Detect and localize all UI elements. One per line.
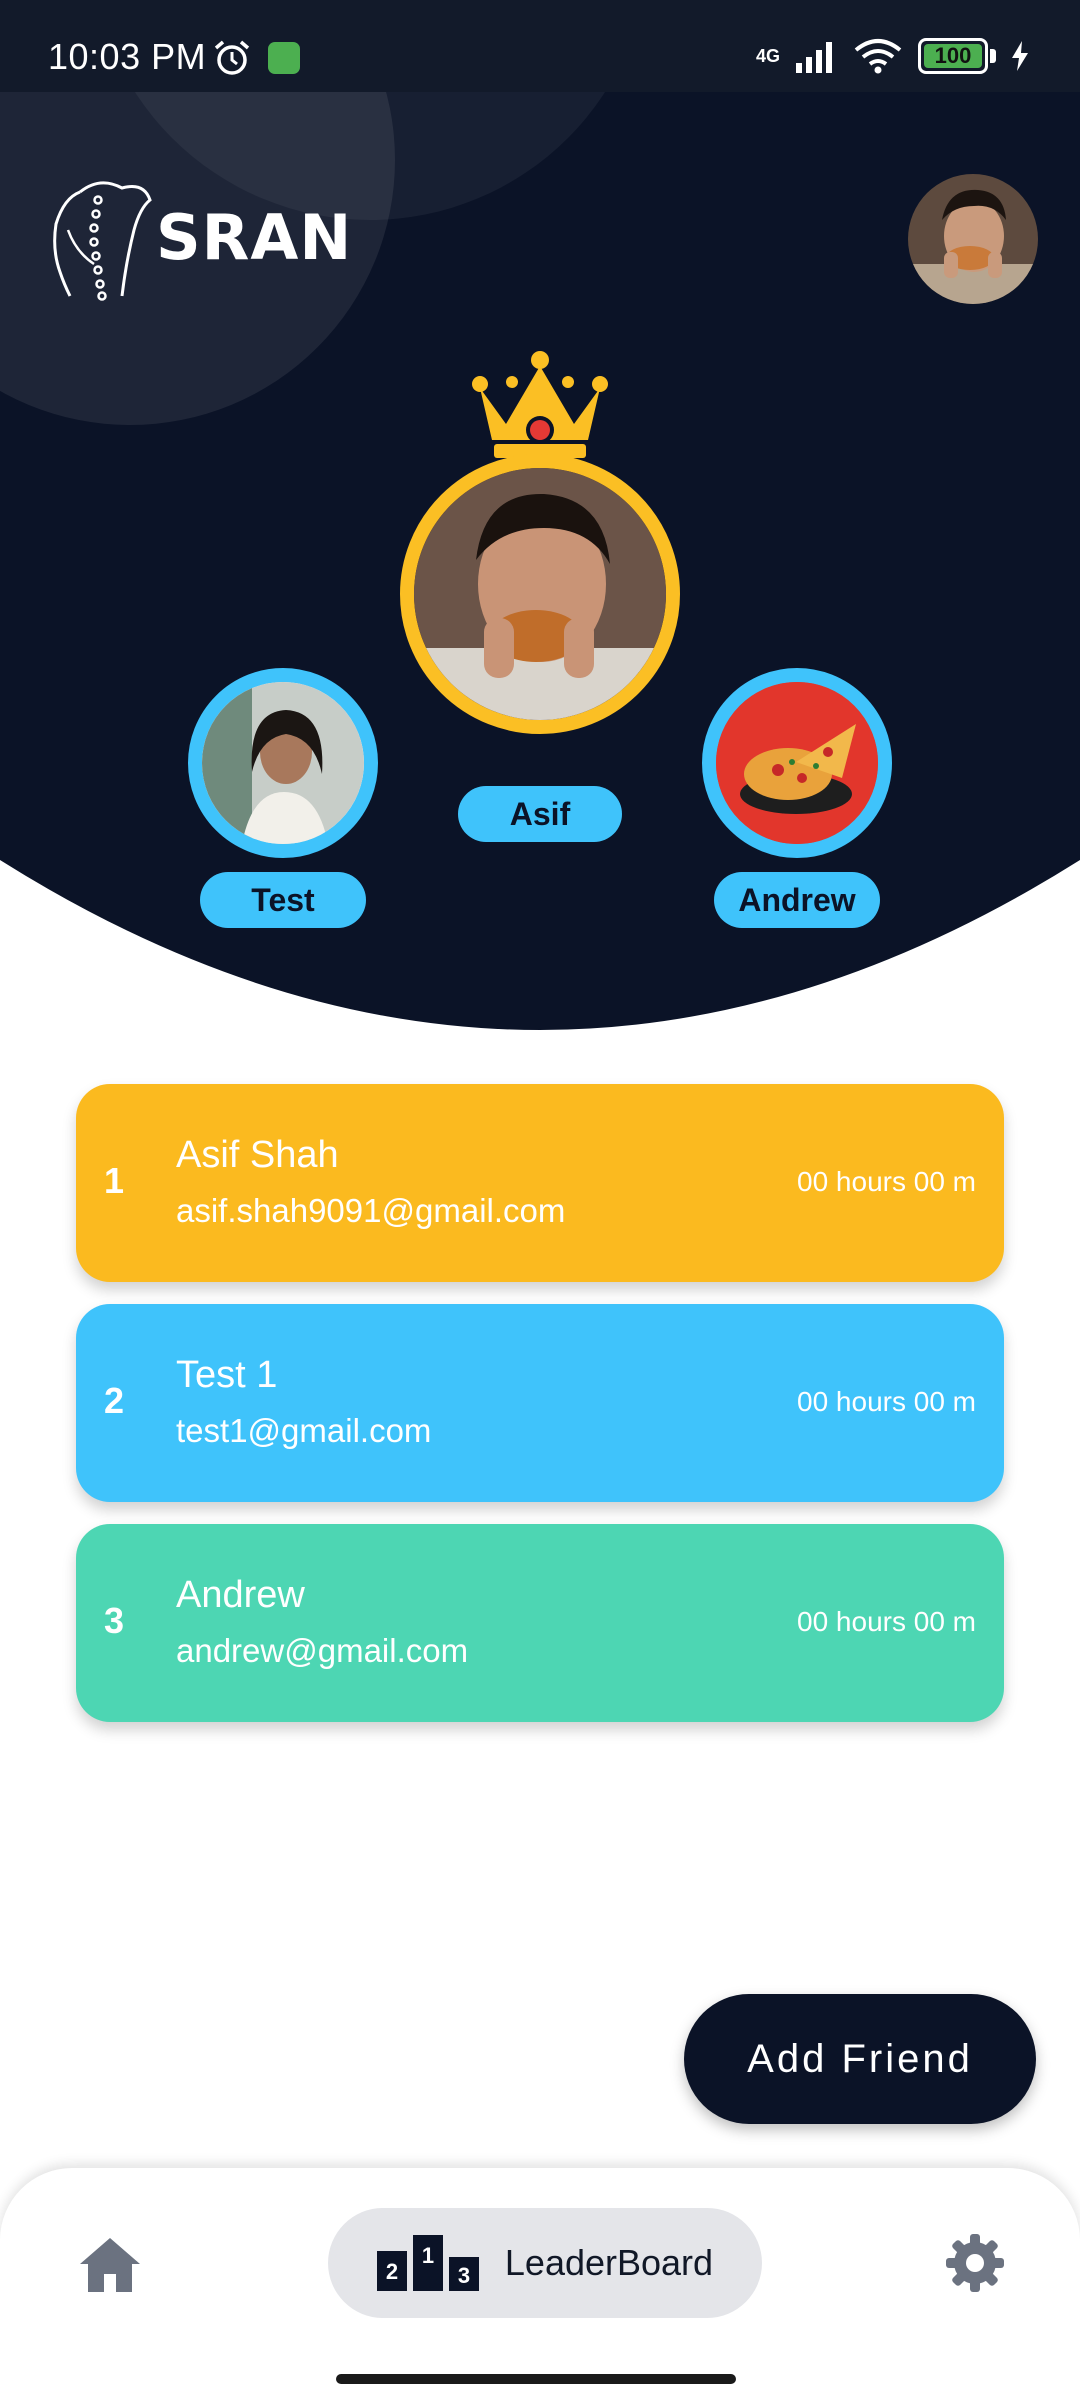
row-name: Asif Shah	[176, 1134, 339, 1176]
first-place-avatar[interactable]	[400, 454, 680, 734]
row-name: Andrew	[176, 1574, 305, 1616]
battery-icon: 100	[918, 38, 988, 74]
first-place-photo	[414, 468, 666, 720]
row-rank: 2	[104, 1380, 125, 1421]
leaderboard-row[interactable]: 2 Test 1 test1@gmail.com 00 hours 00 m	[76, 1304, 1004, 1502]
home-indicator	[336, 2374, 736, 2384]
spine-logo-icon	[53, 181, 152, 301]
logo-text: SRAN	[156, 200, 353, 274]
row-time: 00 hours 00 m	[797, 1606, 976, 1637]
row-email: asif.shah9091@gmail.com	[176, 1192, 566, 1229]
profile-avatar[interactable]	[908, 174, 1038, 304]
row-rank: 1	[104, 1160, 125, 1201]
podium-digit-third: 3	[458, 2263, 470, 2288]
row-name: Test 1	[176, 1354, 278, 1396]
second-place-avatar[interactable]	[188, 668, 378, 858]
battery-level: 100	[934, 43, 972, 68]
row-rank: 3	[104, 1600, 125, 1641]
third-place-avatar[interactable]	[702, 668, 892, 858]
first-place-name: Asif	[458, 786, 622, 842]
crown-icon	[472, 351, 608, 458]
tab-leaderboard[interactable]: 2 1 3 LeaderBoard	[328, 2208, 762, 2318]
bottom-navigation: 2 1 3 LeaderBoard	[0, 2168, 1080, 2400]
podium-digit-first: 1	[422, 2243, 434, 2268]
gear-icon[interactable]	[944, 2232, 1006, 2294]
second-place-photo	[202, 682, 364, 844]
wifi-icon	[854, 39, 902, 74]
alarm-icon	[214, 40, 250, 75]
charging-icon	[1012, 41, 1028, 71]
leaderboard-row[interactable]: 1 Asif Shah asif.shah9091@gmail.com 00 h…	[76, 1084, 1004, 1282]
row-time: 00 hours 00 m	[797, 1386, 976, 1417]
status-bar: 10:03 PM 4G 100	[0, 0, 1080, 92]
third-place-name: Andrew	[714, 872, 880, 928]
network-type: 4G	[755, 46, 780, 66]
second-place-name: Test	[200, 872, 366, 928]
podium-icon: 2 1 3	[376, 2235, 479, 2291]
row-email: andrew@gmail.com	[176, 1632, 469, 1669]
pizza-icon	[716, 682, 878, 844]
row-email: test1@gmail.com	[176, 1412, 432, 1449]
leaderboard-row[interactable]: 3 Andrew andrew@gmail.com 00 hours 00 m	[76, 1524, 1004, 1722]
signal-icon	[796, 42, 832, 73]
podium-digit-second: 2	[386, 2259, 398, 2284]
home-icon[interactable]	[78, 2234, 142, 2294]
app-logo: SRAN	[50, 172, 352, 302]
add-friend-button[interactable]: Add Friend	[684, 1994, 1036, 2124]
status-time: 10:03 PM	[48, 36, 207, 77]
app-notification-icon	[268, 42, 300, 74]
status-indicators: 4G 100	[756, 36, 1030, 76]
profile-photo	[908, 174, 1038, 304]
row-time: 00 hours 00 m	[797, 1166, 976, 1197]
tab-leaderboard-label: LeaderBoard	[504, 2242, 714, 2283]
